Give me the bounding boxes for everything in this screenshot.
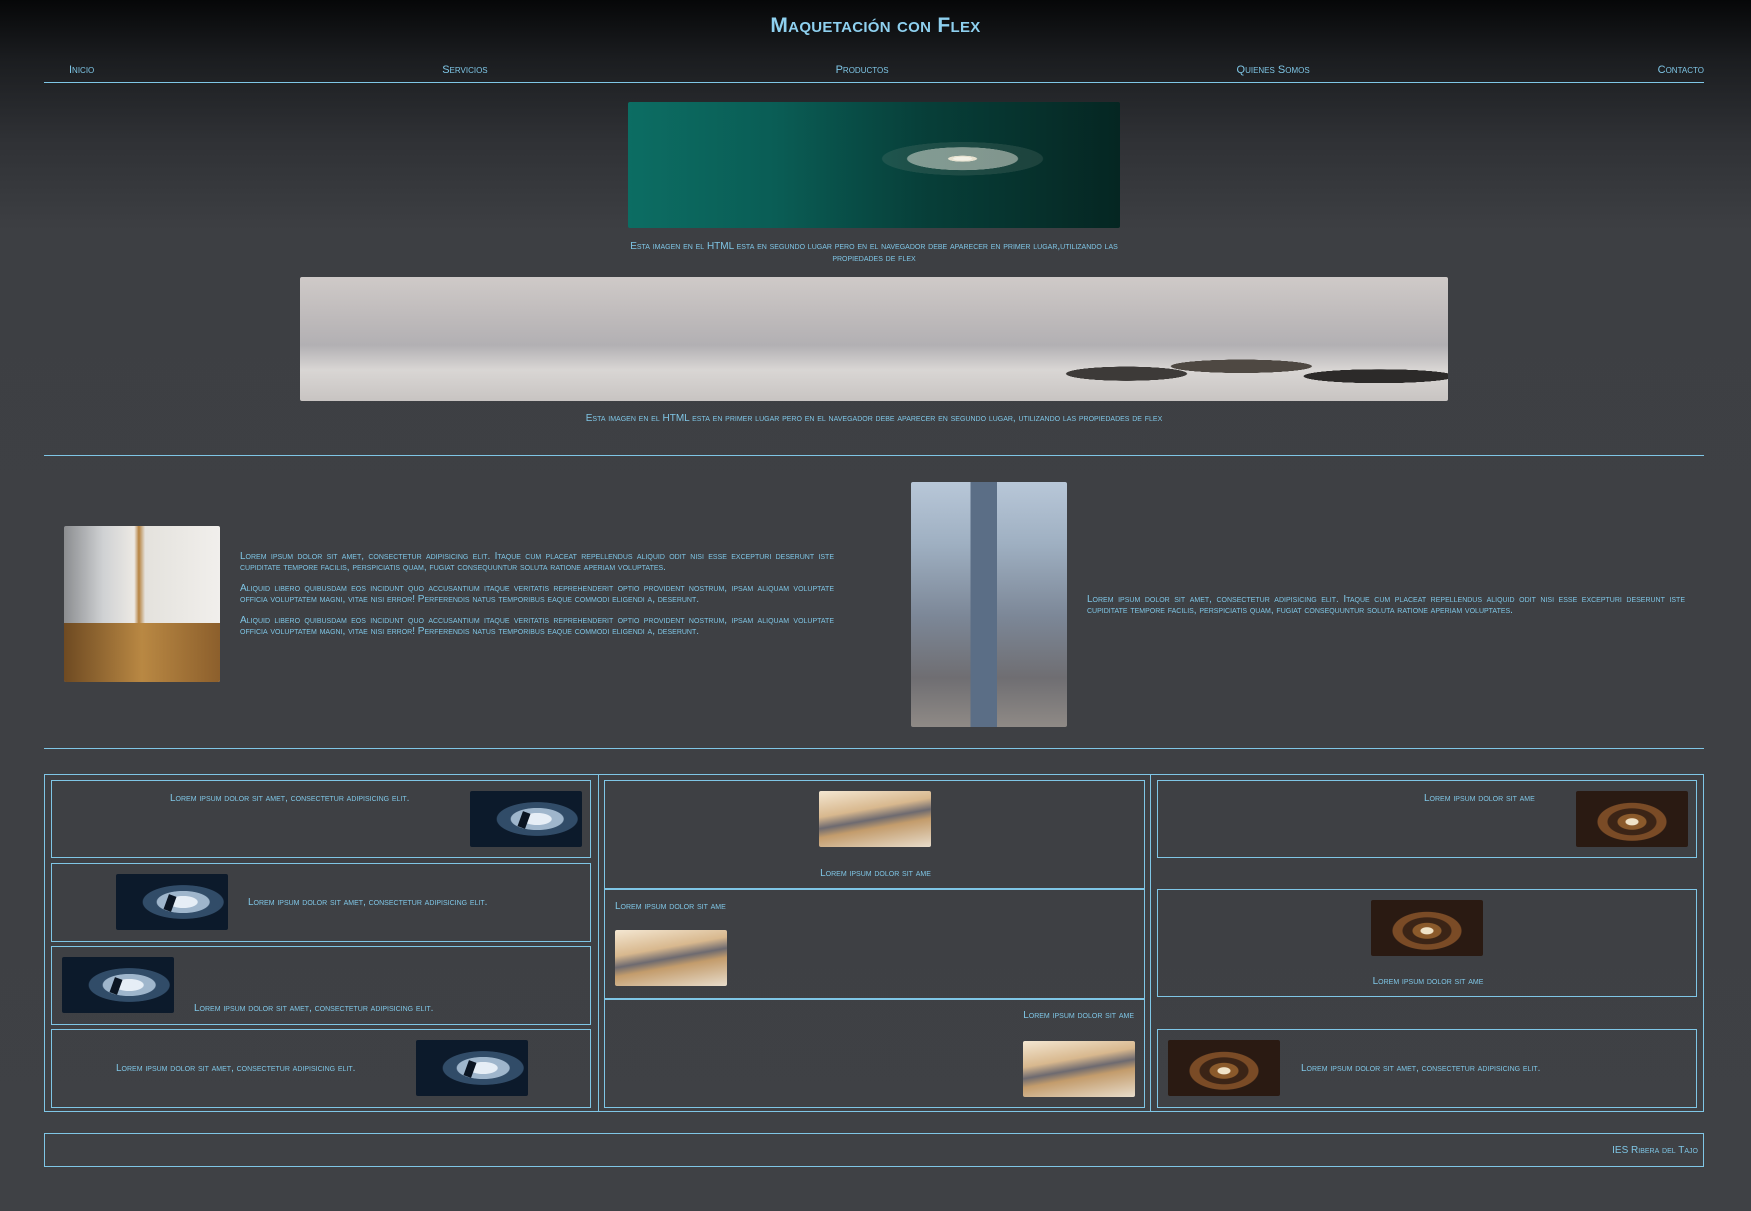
card-text: Lorem ipsum dolor sit amet, consectetur … — [248, 897, 488, 908]
tunnel-image — [1371, 900, 1483, 956]
page: Maquetación con Flex Inicio Servicios Pr… — [0, 0, 1751, 1211]
card-text: Lorem ipsum dolor sit ame — [820, 868, 931, 879]
card-text: Lorem ipsum dolor sit ame — [615, 901, 726, 912]
deer-image — [470, 791, 582, 847]
page-title: Maquetación con Flex — [770, 14, 981, 37]
main-nav: Inicio Servicios Productos Quienes Somos… — [44, 58, 1704, 83]
card: Lorem ipsum dolor sit amet, consectetur … — [51, 1029, 591, 1108]
nav-quienes-somos[interactable]: Quienes Somos — [1212, 64, 1335, 76]
right-text-block: Lorem ipsum dolor sit amet, consectetur … — [1087, 594, 1685, 626]
paragraph: Aliquid libero quibusdam eos incidunt qu… — [240, 615, 834, 637]
card-text: Lorem ipsum dolor sit amet, consectetur … — [194, 1003, 434, 1014]
card: Lorem ipsum dolor sit ame — [604, 889, 1145, 999]
card: Lorem ipsum dolor sit amet, consectetur … — [1157, 1029, 1697, 1108]
card: Lorem ipsum dolor sit ame — [604, 999, 1145, 1108]
paragraph: Lorem ipsum dolor sit amet, consectetur … — [1087, 594, 1685, 616]
card: Lorem ipsum dolor sit ame — [1157, 780, 1697, 858]
card-text: Lorem ipsum dolor sit amet, consectetur … — [116, 1063, 356, 1074]
deer-image — [62, 957, 174, 1013]
card: Lorem ipsum dolor sit amet, consectetur … — [51, 780, 591, 858]
content-row: Lorem ipsum dolor sit amet, consectetur … — [44, 456, 1704, 749]
hero-caption-2: Esta imagen en el HTML esta en primer lu… — [585, 413, 1163, 424]
dandelion-image — [628, 102, 1120, 228]
hero-section: Esta imagen en el HTML esta en segundo l… — [44, 82, 1704, 456]
hero-caption-1: Esta imagen en el HTML esta en segundo l… — [630, 241, 1118, 264]
footer: IES Ribera del Tajo — [44, 1133, 1704, 1167]
card: Lorem ipsum dolor sit amet, consectetur … — [51, 946, 591, 1025]
nav-contacto[interactable]: Contacto — [1633, 64, 1704, 76]
card-text: Lorem ipsum dolor sit amet, consectetur … — [170, 793, 410, 804]
card: Lorem ipsum dolor sit amet, consectetur … — [51, 863, 591, 942]
tunnel-image — [1576, 791, 1688, 847]
card: Lorem ipsum dolor sit ame — [604, 780, 1145, 889]
card-text: Lorem ipsum dolor sit amet, consectetur … — [1301, 1063, 1541, 1074]
wave-image — [819, 791, 931, 847]
card-text: Lorem ipsum dolor sit ame — [1023, 1010, 1134, 1021]
nav-productos[interactable]: Productos — [811, 64, 914, 76]
card: Lorem ipsum dolor sit ame — [1157, 889, 1697, 997]
tower-image — [911, 482, 1067, 727]
wave-image — [1023, 1041, 1135, 1097]
deer-image — [116, 874, 228, 930]
grid-column-3: Lorem ipsum dolor sit ame Lorem ipsum do… — [1151, 775, 1703, 1111]
tunnel-image — [1168, 1040, 1280, 1096]
grid-column-1: Lorem ipsum dolor sit amet, consectetur … — [45, 775, 598, 1111]
card-text: Lorem ipsum dolor sit ame — [1372, 976, 1484, 987]
footer-text: IES Ribera del Tajo — [1612, 1145, 1698, 1156]
left-text-block: Lorem ipsum dolor sit amet, consectetur … — [240, 551, 834, 647]
paragraph: Aliquid libero quibusdam eos incidunt qu… — [240, 583, 834, 605]
cards-grid: Lorem ipsum dolor sit amet, consectetur … — [44, 774, 1704, 1112]
wave-image — [615, 930, 727, 986]
card-text: Lorem ipsum dolor sit ame — [1424, 793, 1535, 804]
grid-column-2: Lorem ipsum dolor sit ame Lorem ipsum do… — [598, 775, 1151, 1111]
nav-inicio[interactable]: Inicio — [44, 64, 119, 76]
kitchen-image — [64, 526, 220, 682]
nav-servicios[interactable]: Servicios — [417, 64, 512, 76]
deer-image — [416, 1040, 528, 1096]
paragraph: Lorem ipsum dolor sit amet, consectetur … — [240, 551, 834, 573]
mountain-image — [300, 277, 1448, 401]
